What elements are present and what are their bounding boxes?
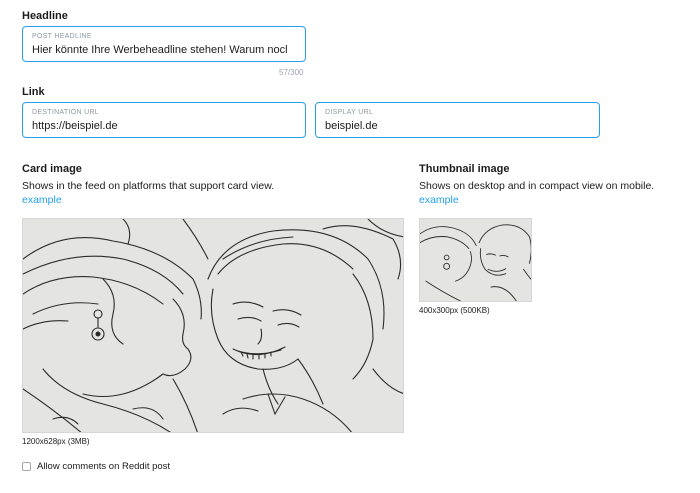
link-title: Link [22, 86, 45, 98]
thumbnail-image-preview[interactable] [419, 218, 532, 302]
card-image-description: Shows in the feed on platforms that supp… [22, 180, 275, 192]
thumbnail-image-description: Shows on desktop and in compact view on … [419, 180, 655, 192]
headline-char-counter: 57/300 [279, 68, 304, 77]
display-url-field[interactable]: DISPLAY URL [315, 102, 600, 138]
destination-url-field[interactable]: DESTINATION URL [22, 102, 306, 138]
headline-field-label: POST HEADLINE [32, 33, 92, 40]
destination-url-label: DESTINATION URL [32, 109, 99, 116]
thumbnail-image-title: Thumbnail image [419, 163, 510, 175]
ad-post-form: Headline POST HEADLINE 57/300 Link DESTI… [0, 0, 700, 493]
thumbnail-image-sketch [420, 219, 531, 301]
card-image-sketch [23, 219, 403, 432]
display-url-input[interactable] [325, 118, 591, 134]
card-image-size-note: 1200x628px (3MB) [22, 437, 90, 446]
card-image-example-link[interactable]: example [22, 194, 62, 206]
thumbnail-image-example-link[interactable]: example [419, 194, 459, 206]
headline-field[interactable]: POST HEADLINE [22, 26, 306, 62]
destination-url-input[interactable] [32, 118, 297, 134]
thumbnail-image-size-note: 400x300px (500KB) [419, 306, 490, 315]
card-image-title: Card image [22, 163, 82, 175]
allow-comments-label: Allow comments on Reddit post [37, 461, 171, 472]
allow-comments-checkbox[interactable] [22, 462, 31, 471]
headline-title: Headline [22, 10, 68, 22]
allow-comments-row[interactable]: Allow comments on Reddit post [22, 461, 170, 472]
card-image-preview[interactable] [22, 218, 404, 433]
display-url-label: DISPLAY URL [325, 109, 374, 116]
headline-input[interactable] [32, 42, 297, 58]
